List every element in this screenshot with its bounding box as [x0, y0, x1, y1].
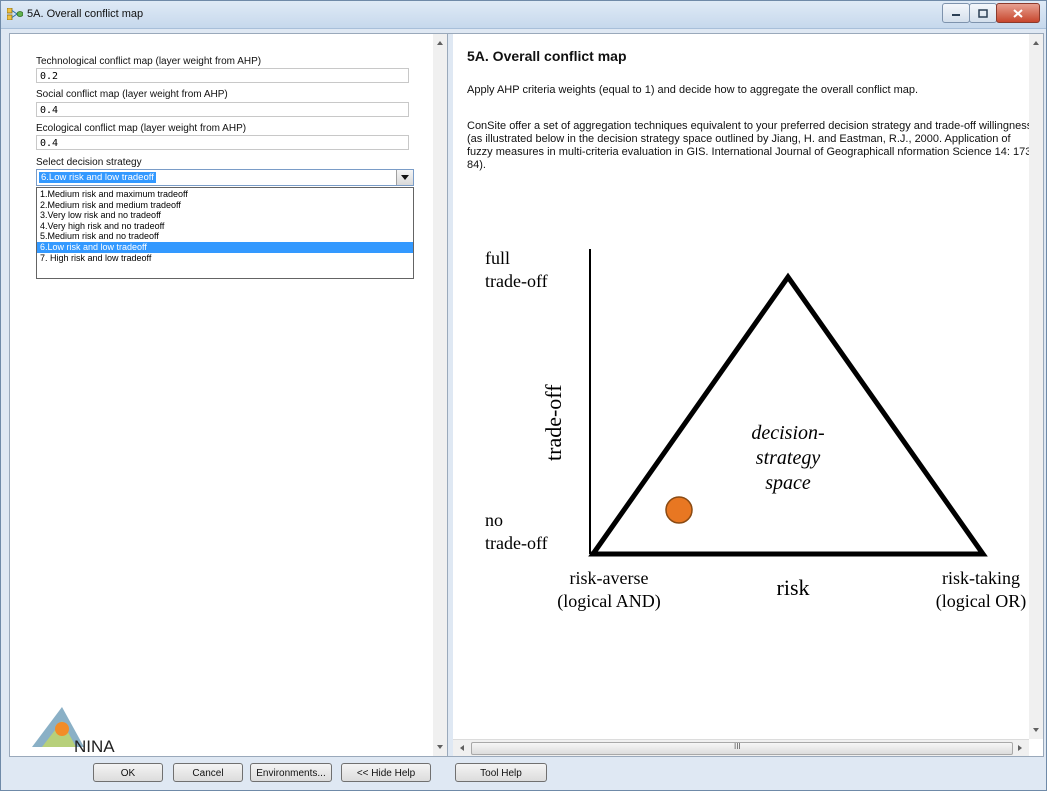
risk-taking-label-2: (logical OR) [936, 591, 1026, 612]
parameters-pane: Technological conflict map (layer weight… [10, 34, 433, 756]
technological-weight-input[interactable]: 0.2 [36, 68, 409, 83]
technological-weight-label: Technological conflict map (layer weight… [36, 56, 262, 67]
close-button[interactable] [996, 3, 1040, 23]
window-title: 5A. Overall conflict map [27, 8, 144, 20]
scroll-left-icon [460, 745, 464, 751]
model-tool-icon [7, 8, 23, 20]
social-weight-label: Social conflict map (layer weight from A… [36, 89, 228, 100]
maximize-icon [978, 8, 988, 18]
full-tradeoff-label-1: full [485, 248, 510, 268]
strategy-option-3[interactable]: 3.Very low risk and no tradeoff [37, 210, 413, 221]
horizontal-scroll-thumb[interactable]: III [471, 742, 1013, 755]
strategy-marker [665, 496, 693, 524]
scroll-down-icon [437, 745, 443, 749]
close-icon [1013, 8, 1023, 18]
scroll-right-icon [1018, 745, 1022, 751]
decision-strategy-label: Select decision strategy [36, 157, 142, 168]
risk-axis-label: risk [777, 575, 810, 600]
no-tradeoff-label-1: no [485, 510, 503, 530]
risk-averse-label-1: risk-averse [570, 568, 649, 588]
scroll-up-icon [437, 41, 443, 45]
environments-button[interactable]: Environments... [250, 763, 332, 782]
strategy-triangle [588, 272, 988, 557]
strategy-option-1[interactable]: 1.Medium risk and maximum tradeoff [37, 189, 413, 200]
help-paragraph-2: ConSite offer a set of aggregation techn… [467, 120, 1036, 171]
title-bar[interactable]: 5A. Overall conflict map [1, 1, 1046, 29]
full-tradeoff-label-2: trade-off [485, 271, 548, 291]
maximize-button[interactable] [969, 3, 997, 23]
help-pane: 5A. Overall conflict map Apply AHP crite… [453, 34, 1043, 756]
minimize-icon [952, 14, 960, 16]
tool-help-button[interactable]: Tool Help [455, 763, 547, 782]
social-weight-input[interactable]: 0.4 [36, 102, 409, 117]
nina-logo-text: NINA [74, 737, 115, 756]
ecological-weight-label: Ecological conflict map (layer weight fr… [36, 123, 247, 134]
strategy-option-4[interactable]: 4.Very high risk and no tradeoff [37, 221, 413, 232]
dropdown-toggle[interactable] [396, 170, 413, 185]
ok-button[interactable]: OK [93, 763, 163, 782]
risk-taking-label-1: risk-taking [942, 568, 1020, 588]
scroll-grip-icon: III [734, 742, 741, 751]
ecological-weight-input[interactable]: 0.4 [36, 135, 409, 150]
strategy-option-5[interactable]: 5.Medium risk and no tradeoff [37, 231, 413, 242]
strategy-space-label-2: strategy [756, 447, 821, 469]
tradeoff-axis-label: trade-off [541, 384, 566, 461]
parameters-scrollbar[interactable] [433, 34, 447, 756]
strategy-option-6[interactable]: 6.Low risk and low tradeoff [37, 241, 413, 253]
decision-strategy-value: 6.Low risk and low tradeoff [39, 172, 156, 183]
scroll-down-icon [1033, 728, 1039, 732]
strategy-space-label-1: decision- [751, 422, 824, 444]
strategy-option-7[interactable]: 7. High risk and low tradeoff [37, 253, 413, 264]
minimize-button[interactable] [942, 3, 970, 23]
strategy-option-2[interactable]: 2.Medium risk and medium tradeoff [37, 200, 413, 211]
risk-averse-label-2: (logical AND) [557, 591, 660, 612]
button-bar: OK Cancel Environments... << Hide Help T… [1, 757, 1046, 790]
decision-strategy-diagram: full trade-off trade-off no trade-off de… [485, 248, 1026, 612]
help-paragraph-1: Apply AHP criteria weights (equal to 1) … [467, 84, 919, 96]
help-title: 5A. Overall conflict map [467, 48, 627, 64]
no-tradeoff-label-2: trade-off [485, 533, 548, 553]
help-horizontal-scrollbar[interactable]: III [453, 739, 1029, 756]
strategy-space-label-3: space [765, 472, 811, 494]
dialog-content: Technological conflict map (layer weight… [9, 33, 1044, 757]
cancel-button[interactable]: Cancel [173, 763, 243, 782]
hide-help-button[interactable]: << Hide Help [341, 763, 431, 782]
help-vertical-scrollbar[interactable] [1029, 34, 1043, 739]
scroll-up-icon [1033, 41, 1039, 45]
tool-dialog-window: 5A. Overall conflict map Technological c… [0, 0, 1047, 791]
decision-strategy-select[interactable]: 6.Low risk and low tradeoff [36, 169, 414, 186]
chevron-down-icon [401, 175, 409, 180]
decision-strategy-dropdown: 1.Medium risk and maximum tradeoff 2.Med… [36, 187, 414, 279]
